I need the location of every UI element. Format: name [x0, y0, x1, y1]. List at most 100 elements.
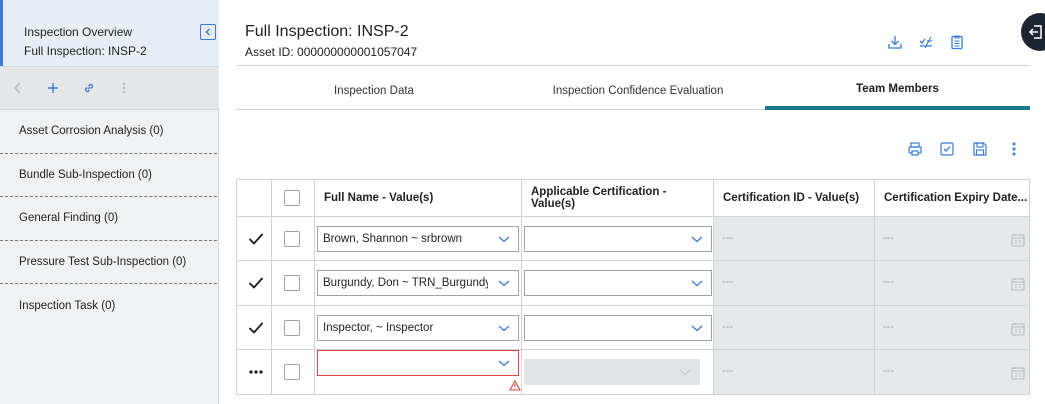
sidebar-item-inspection-task[interactable]: Inspection Task (0): [0, 284, 217, 328]
table-row: Inspector, ~ Inspector --- ---: [237, 306, 1029, 350]
column-header-certification-expiry-date[interactable]: Certification Expiry Date...: [875, 180, 1029, 216]
expiry-date-value: ---: [883, 321, 894, 333]
row-checkbox[interactable]: [284, 320, 300, 336]
chevron-down-icon: [691, 280, 703, 287]
more-horizontal-icon[interactable]: [247, 363, 265, 381]
sidebar-subtitle: Full Inspection: INSP-2: [24, 44, 147, 58]
row-status-cell: [237, 350, 272, 394]
chevron-down-icon: [691, 236, 703, 243]
sidebar-item-pressure-test-sub-inspection[interactable]: Pressure Test Sub-Inspection (0): [0, 240, 217, 284]
certification-id-cell: ---: [714, 350, 875, 394]
checkbox-icon[interactable]: [939, 141, 955, 157]
chevron-down-icon: [498, 360, 510, 367]
full-name-dropdown[interactable]: Inspector, ~ Inspector: [317, 315, 519, 341]
full-name-cell: Burgundy, Don ~ TRN_Burgundy_D: [315, 261, 522, 305]
certification-dropdown[interactable]: [524, 226, 712, 252]
check-icon: [247, 319, 265, 337]
tab-bar: Inspection Data Inspection Confidence Ev…: [236, 72, 1030, 110]
check-icon: [247, 230, 265, 248]
column-header-applicable-certification[interactable]: Applicable Certification - Value(s): [522, 180, 714, 216]
sidebar-item-bundle-sub-inspection[interactable]: Bundle Sub-Inspection (0): [0, 153, 217, 197]
certification-id-value: ---: [722, 232, 733, 244]
certification-cell: [522, 306, 714, 349]
expiry-date-value: ---: [883, 365, 894, 377]
certification-dropdown[interactable]: [524, 270, 712, 296]
sidebar-item-asset-corrosion-analysis[interactable]: Asset Corrosion Analysis (0): [0, 110, 217, 154]
column-header-certification-id[interactable]: Certification ID - Value(s): [714, 180, 875, 216]
row-checkbox[interactable]: [284, 275, 300, 291]
calendar-icon[interactable]: [1011, 277, 1025, 291]
header-divider: [236, 65, 1030, 66]
full-name-value: Burgundy, Don ~ TRN_Burgundy_D: [323, 277, 488, 289]
left-sidebar: Inspection Overview Full Inspection: INS…: [0, 0, 219, 404]
calendar-icon[interactable]: [1011, 366, 1025, 380]
collapse-sidebar-icon[interactable]: [200, 24, 216, 40]
full-name-cell: Inspector, ~ Inspector: [315, 306, 522, 349]
team-members-grid: Full Name - Value(s) Applicable Certific…: [236, 179, 1030, 395]
certification-id-value: ---: [722, 276, 733, 288]
clipboard-icon[interactable]: [949, 34, 965, 50]
page-title: Full Inspection: INSP-2: [245, 23, 409, 40]
full-name-dropdown[interactable]: [317, 350, 519, 376]
calendar-icon[interactable]: [1011, 233, 1025, 247]
full-name-dropdown[interactable]: Burgundy, Don ~ TRN_Burgundy_D: [317, 270, 519, 296]
tab-inspection-confidence-evaluation[interactable]: Inspection Confidence Evaluation: [512, 72, 764, 110]
side-panel-toggle-button[interactable]: [1021, 13, 1045, 51]
row-status-cell: [237, 306, 272, 349]
chevron-down-icon: [691, 325, 703, 332]
table-row: Brown, Shannon ~ srbrown --- ---: [237, 217, 1029, 261]
checklist-icon[interactable]: [918, 34, 934, 50]
sidebar-header[interactable]: Inspection Overview Full Inspection: INS…: [0, 0, 219, 66]
select-column-header: [272, 180, 315, 216]
sidebar-item-general-finding[interactable]: General Finding (0): [0, 197, 217, 241]
column-header-full-name[interactable]: Full Name - Value(s): [315, 180, 522, 216]
full-name-value: Brown, Shannon ~ srbrown: [323, 233, 463, 245]
check-icon: [247, 274, 265, 292]
certification-id-value: ---: [722, 365, 733, 377]
certification-cell: [522, 350, 714, 394]
certification-id-value: ---: [722, 321, 733, 333]
row-checkbox[interactable]: [284, 364, 300, 380]
row-select-cell: [272, 261, 315, 305]
certification-id-cell: ---: [714, 261, 875, 305]
grid-header-row: Full Name - Value(s) Applicable Certific…: [237, 180, 1029, 217]
add-icon[interactable]: [43, 78, 63, 98]
sidebar-toolbar: [0, 66, 219, 110]
row-status-cell: [237, 217, 272, 260]
more-vertical-icon[interactable]: [114, 78, 134, 98]
row-status-cell: [237, 261, 272, 305]
exit-icon: [1028, 25, 1042, 39]
certification-id-cell: ---: [714, 217, 875, 260]
expiry-date-value: ---: [883, 232, 894, 244]
certification-dropdown: [524, 359, 700, 385]
row-select-cell: [272, 350, 315, 394]
status-column-header: [237, 180, 272, 216]
row-checkbox[interactable]: [284, 231, 300, 247]
tab-team-members[interactable]: Team Members: [765, 72, 1030, 110]
link-icon[interactable]: [79, 78, 99, 98]
certification-dropdown[interactable]: [524, 315, 712, 341]
chevron-down-icon: [679, 369, 691, 376]
full-name-cell: Brown, Shannon ~ srbrown: [315, 217, 522, 260]
print-icon[interactable]: [907, 141, 923, 157]
table-row: Burgundy, Don ~ TRN_Burgundy_D --- ---: [237, 261, 1029, 306]
back-icon[interactable]: [8, 78, 28, 98]
expiry-date-cell: ---: [875, 217, 1029, 260]
certification-cell: [522, 217, 714, 260]
tab-inspection-data[interactable]: Inspection Data: [236, 72, 512, 110]
certification-id-cell: ---: [714, 306, 875, 349]
expiry-date-cell: ---: [875, 261, 1029, 305]
sidebar-list: Asset Corrosion Analysis (0) Bundle Sub-…: [0, 110, 217, 328]
chevron-down-icon: [498, 325, 510, 332]
expiry-date-cell: ---: [875, 306, 1029, 349]
more-vertical-icon[interactable]: [1006, 141, 1022, 157]
expiry-date-cell: ---: [875, 350, 1029, 394]
save-icon[interactable]: [972, 141, 988, 157]
download-icon[interactable]: [887, 34, 903, 50]
full-name-dropdown[interactable]: Brown, Shannon ~ srbrown: [317, 226, 519, 252]
expiry-date-value: ---: [883, 276, 894, 288]
calendar-icon[interactable]: [1011, 322, 1025, 336]
select-all-checkbox[interactable]: [284, 190, 300, 206]
sidebar-title: Inspection Overview: [24, 25, 133, 39]
asset-id: Asset ID: 000000000001057047: [245, 45, 418, 59]
